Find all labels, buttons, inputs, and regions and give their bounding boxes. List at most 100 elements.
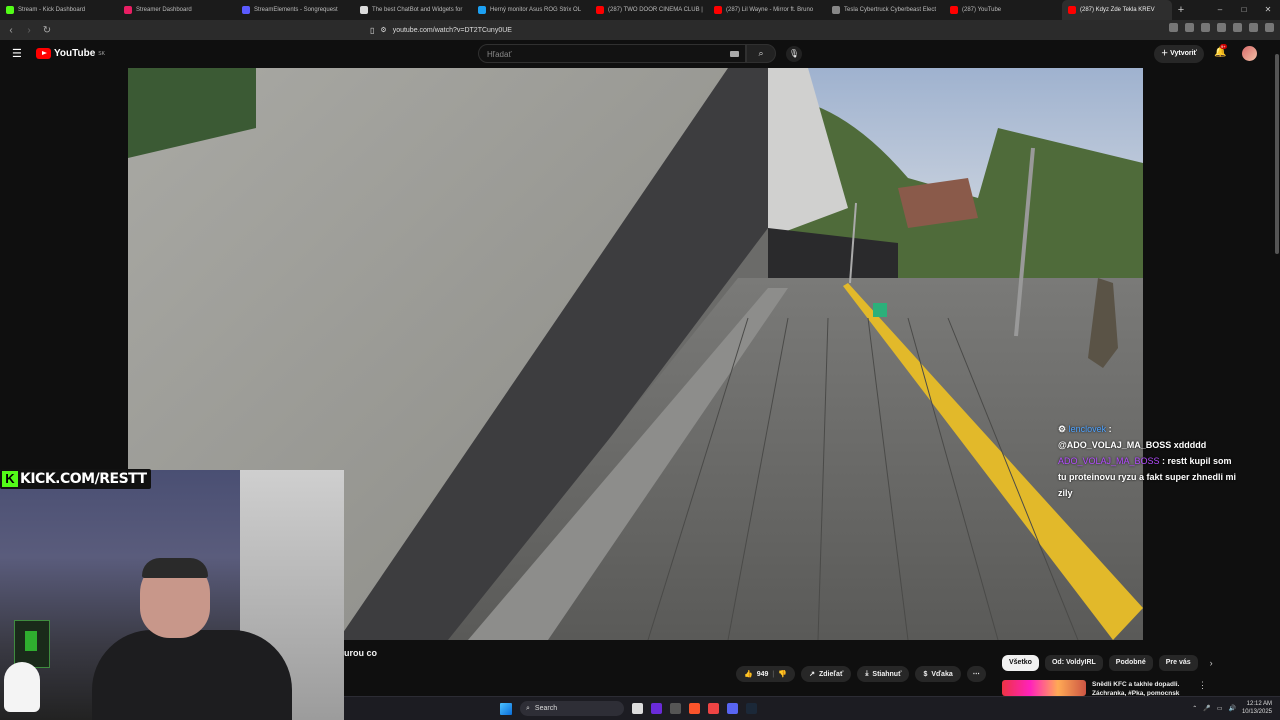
share-label: Zdieľať: [818, 670, 844, 678]
scrollbar-thumb[interactable]: [1275, 54, 1279, 254]
clock-date: 10/13/2025: [1241, 709, 1272, 715]
thumbs-up-icon[interactable]: 👍: [744, 670, 753, 678]
close-window-button[interactable]: ✕: [1256, 0, 1280, 20]
search-input[interactable]: Hľadať: [478, 44, 746, 63]
browser-tab[interactable]: (287) Kdyz Zde Tekla KREV: [1062, 0, 1172, 20]
minimize-button[interactable]: –: [1208, 0, 1232, 20]
download-icon: ⤓: [865, 670, 869, 677]
pc-case-image: [14, 620, 50, 668]
address-field[interactable]: ▯ ⚙ youtube.com/watch?v=DT2TCuny0UE: [370, 23, 900, 37]
recommendation-thumbnail[interactable]: [1002, 680, 1086, 696]
tab-favicon-icon: [124, 6, 132, 14]
extension-icon[interactable]: [1249, 23, 1258, 32]
extension-icon[interactable]: [1169, 23, 1178, 32]
tab-title: Streamer Dashboard: [136, 7, 192, 13]
clock[interactable]: 12:12 AM 10/13/2025: [1242, 700, 1272, 716]
chat-badge-icon: ⚙: [1058, 424, 1069, 434]
browser-tab-bar: Stream - Kick Dashboard Streamer Dashboar…: [0, 0, 1280, 20]
tab-favicon-icon: [360, 6, 368, 14]
tab-favicon-icon: [478, 6, 486, 14]
extension-icon[interactable]: [1185, 23, 1194, 32]
create-button[interactable]: ＋ Vytvoriť: [1154, 45, 1204, 63]
share-button[interactable]: ↗ Zdieľať: [801, 666, 852, 682]
chevron-right-icon[interactable]: ›: [1210, 658, 1213, 668]
menu-icon[interactable]: [1265, 23, 1274, 32]
tab-title: (287) TWO DOOR CINEMA CLUB |: [608, 7, 703, 13]
search-button[interactable]: ⌕: [746, 44, 776, 63]
streamer-body: [92, 630, 292, 720]
more-actions-button[interactable]: ⋯: [966, 666, 986, 682]
back-icon[interactable]: ‹: [4, 25, 18, 36]
chip-filter[interactable]: Od: VoldyIRL: [1044, 655, 1103, 671]
ghost-mascot-image: [4, 662, 40, 712]
chat-message-text: @ADO_VOLAJ_MA_BOSS xddddd: [1058, 440, 1207, 450]
thanks-button[interactable]: $ Vďaka: [915, 666, 961, 682]
page-scrollbar[interactable]: [1275, 40, 1280, 696]
browser-tab[interactable]: Stream - Kick Dashboard: [0, 0, 118, 20]
reload-icon[interactable]: ↻: [40, 25, 54, 36]
task-view-icon[interactable]: [632, 703, 643, 714]
browser-tab[interactable]: (287) Lil Wayne - Mirror ft. Bruno: [708, 0, 826, 20]
voice-search-icon[interactable]: 🎙: [786, 46, 802, 62]
taskbar-search[interactable]: ⌕ Search: [520, 701, 624, 716]
video-actions: 👍 949 | 👎 ↗ Zdieľať ⤓ Stiahnuť $ Vďaka ⋯: [736, 666, 986, 682]
app-icon[interactable]: [670, 703, 681, 714]
tab-title: Tesla Cybertruck Cyberbeast Elect: [844, 7, 937, 13]
avatar[interactable]: [1242, 46, 1257, 61]
network-icon[interactable]: ▭: [1217, 705, 1223, 712]
share-icon: ↗: [809, 671, 815, 678]
chat-message: ADO_VOLAJ_MA_BOSS : restt kupil som tu p…: [1058, 456, 1237, 498]
thumbs-down-icon[interactable]: 👎: [778, 670, 787, 678]
browser-tab[interactable]: The best ChatBot and Widgets for: [354, 0, 472, 20]
like-dislike-button[interactable]: 👍 949 | 👎: [736, 666, 796, 682]
download-button[interactable]: ⤓ Stiahnuť: [857, 666, 910, 682]
chat-username: ADO_VOLAJ_MA_BOSS: [1058, 456, 1160, 466]
browser-tab[interactable]: (287) YouTube: [944, 0, 1062, 20]
windows-start-icon[interactable]: [500, 702, 512, 715]
youtube-logo[interactable]: YouTube SK: [36, 48, 105, 59]
youtube-header: ☰ YouTube SK Hľadať ⌕ 🎙 ＋ Vytvoriť 🔔 9+: [0, 40, 1280, 68]
extension-icon[interactable]: [1233, 23, 1242, 32]
brave-browser-icon[interactable]: [689, 703, 700, 714]
tab-favicon-icon: [714, 6, 722, 14]
tray-chevron-icon[interactable]: ⌃: [1192, 705, 1197, 712]
chip-filter[interactable]: Podobné: [1108, 655, 1153, 671]
tab-favicon-icon: [242, 6, 250, 14]
window-controls: – □ ✕: [1208, 0, 1280, 20]
browser-tab[interactable]: Tesla Cybertruck Cyberbeast Elect: [826, 0, 944, 20]
like-count: 949: [756, 670, 769, 678]
tab-title: (287) Lil Wayne - Mirror ft. Bruno: [726, 7, 814, 13]
volume-icon[interactable]: 🔊: [1228, 705, 1235, 712]
mic-icon[interactable]: 🎤: [1203, 705, 1210, 712]
region-code: SK: [98, 50, 105, 57]
hamburger-menu-icon[interactable]: ☰: [12, 48, 24, 60]
discord-icon[interactable]: [727, 703, 738, 714]
keyboard-icon[interactable]: [730, 51, 739, 57]
chat-message: ⚙ lenclovek :: [1058, 424, 1112, 434]
chip-filter[interactable]: Všetko: [1002, 655, 1039, 671]
create-label: Vytvoriť: [1170, 50, 1197, 57]
maximize-button[interactable]: □: [1232, 0, 1256, 20]
tab-title: (287) Kdyz Zde Tekla KREV: [1080, 7, 1155, 13]
browser-tab[interactable]: (287) TWO DOOR CINEMA CLUB |: [590, 0, 708, 20]
url-text: youtube.com/watch?v=DT2TCuny0UE: [392, 26, 512, 34]
browser-tab[interactable]: Herný monitor Asus ROG Strix OL: [472, 0, 590, 20]
chip-filter[interactable]: Pre vás: [1158, 655, 1198, 671]
tab-title: Stream - Kick Dashboard: [18, 7, 86, 13]
notifications-bell-icon[interactable]: 🔔 9+: [1214, 44, 1227, 58]
app-icon[interactable]: [708, 703, 719, 714]
new-tab-button[interactable]: +: [1172, 4, 1190, 16]
twitch-app-icon[interactable]: [651, 703, 662, 714]
chat-username: lenclovek: [1068, 424, 1107, 434]
address-bar-row: ‹ › ↻ ▯ ⚙ youtube.com/watch?v=DT2TCuny0U…: [0, 20, 1280, 40]
extension-icon[interactable]: [1201, 23, 1210, 32]
site-info-icon[interactable]: ⚙: [380, 26, 386, 34]
browser-tab[interactable]: StreamElements - Songrequest: [236, 0, 354, 20]
browser-tab[interactable]: Streamer Dashboard: [118, 0, 236, 20]
extensions-area: [1169, 23, 1274, 32]
extension-icon[interactable]: [1217, 23, 1226, 32]
bookmark-icon[interactable]: ▯: [370, 26, 374, 35]
steam-icon[interactable]: [746, 703, 757, 714]
recommendation-chips: Všetko Od: VoldyIRL Podobné Pre vás ›: [1002, 655, 1213, 671]
forward-icon[interactable]: ›: [22, 25, 36, 36]
